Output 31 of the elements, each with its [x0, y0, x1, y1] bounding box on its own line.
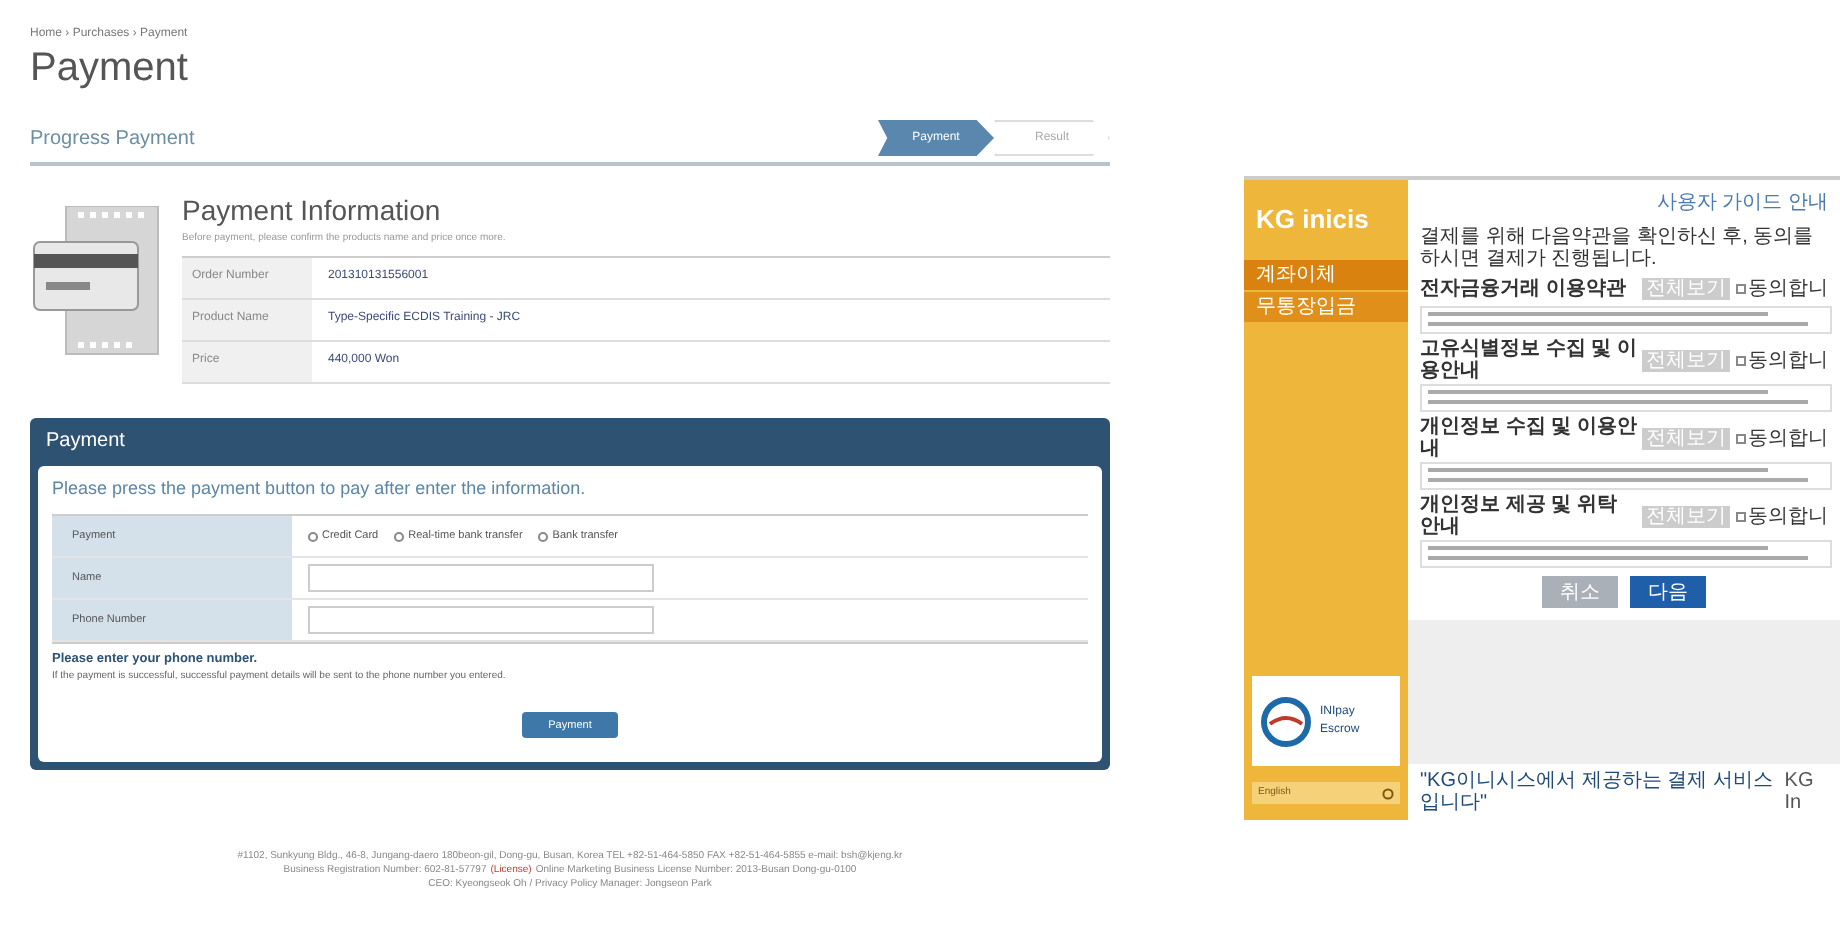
intro-text: 결제를 위해 다음약관을 확인하신 후, 동의를 하시면 결제가 진행됩니다. — [1420, 226, 1816, 270]
guide-link[interactable]: 사용자 가이드 안내 — [1656, 188, 1828, 218]
section-title: Payment Information — [182, 192, 443, 230]
sidebar-item[interactable]: 계좌이체 — [1244, 260, 1408, 290]
checkbox-icon[interactable] — [1736, 433, 1746, 443]
agree-checkbox[interactable]: 동의합니 — [1736, 274, 1828, 304]
globe-logo-icon — [1260, 695, 1312, 747]
terms-title: 고유식별정보 수집 및 이용안내 — [1420, 338, 1639, 382]
instruction-text: Please press the payment button to pay after enter the information. — [52, 475, 588, 502]
logo: KG inicis — [1254, 202, 1371, 239]
agree-checkbox[interactable]: 동의합니 — [1736, 501, 1828, 531]
page-title: Payment — [30, 44, 190, 92]
sidebar-item[interactable]: 무통장입금 — [1244, 292, 1408, 322]
service-text: "KG이니시스에서 제공하는 결제 서비스입니다" — [1420, 770, 1775, 814]
radio-icon[interactable] — [308, 531, 318, 541]
checkbox-icon[interactable] — [1736, 511, 1746, 521]
radio-icon[interactable] — [394, 531, 405, 541]
checkbox-icon[interactable] — [1736, 355, 1746, 365]
section-title: Progress Payment — [30, 125, 195, 153]
terms-title: 개인정보 제공 및 위탁 안내 — [1420, 494, 1619, 538]
panel-title: Payment — [44, 428, 127, 456]
terms-title: 개인정보 수집 및 이용안내 — [1420, 416, 1639, 460]
input-field[interactable] — [308, 564, 654, 592]
agree-checkbox[interactable]: 동의합니 — [1736, 423, 1828, 453]
checkbox-icon[interactable] — [1736, 284, 1746, 294]
radio-icon[interactable] — [538, 531, 549, 541]
input-field[interactable] — [308, 606, 654, 634]
brand-text: KG In — [1784, 770, 1816, 814]
terms-title: 전자금융거래 이용약관 — [1420, 278, 1628, 300]
next-button[interactable]: 다음 — [1630, 576, 1706, 608]
agree-checkbox[interactable]: 동의합니 — [1736, 345, 1828, 375]
